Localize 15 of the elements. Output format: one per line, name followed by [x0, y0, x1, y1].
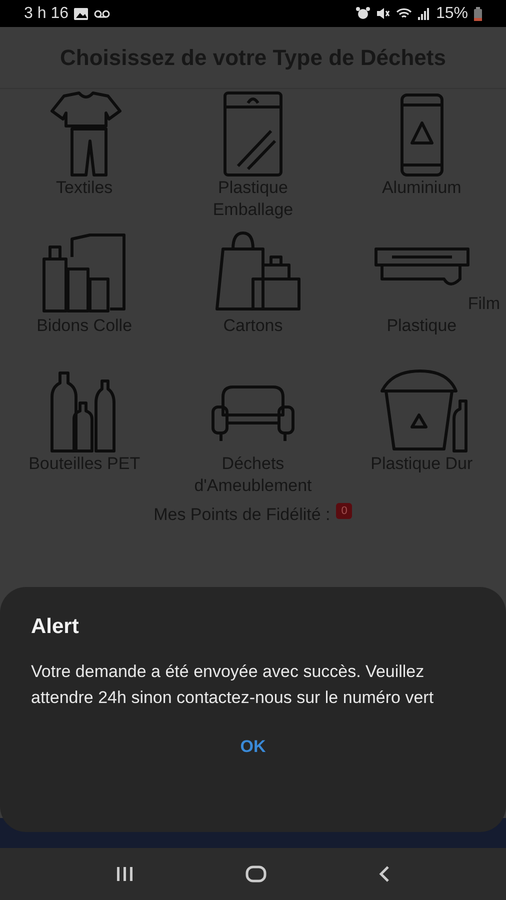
back-icon[interactable]	[378, 865, 390, 883]
recent-apps-icon[interactable]	[116, 867, 134, 881]
ok-button[interactable]: OK	[226, 731, 280, 763]
signal-icon	[418, 8, 430, 20]
home-icon[interactable]	[244, 865, 267, 883]
status-time: 3 h 16	[24, 4, 68, 22]
dialog-title: Alert	[31, 615, 80, 639]
points-badge: 0	[336, 503, 352, 519]
battery-percent: 15%	[436, 4, 468, 22]
image-icon	[74, 8, 88, 20]
wifi-icon	[396, 7, 412, 20]
mute-icon	[376, 7, 390, 20]
dialog-message: Votre demande a été envoyée avec succès. Veuillez attendre 24h sinon contactez-nous sur le numéro vert	[31, 661, 435, 709]
battery-icon	[474, 6, 482, 20]
voicemail-icon	[94, 10, 110, 18]
